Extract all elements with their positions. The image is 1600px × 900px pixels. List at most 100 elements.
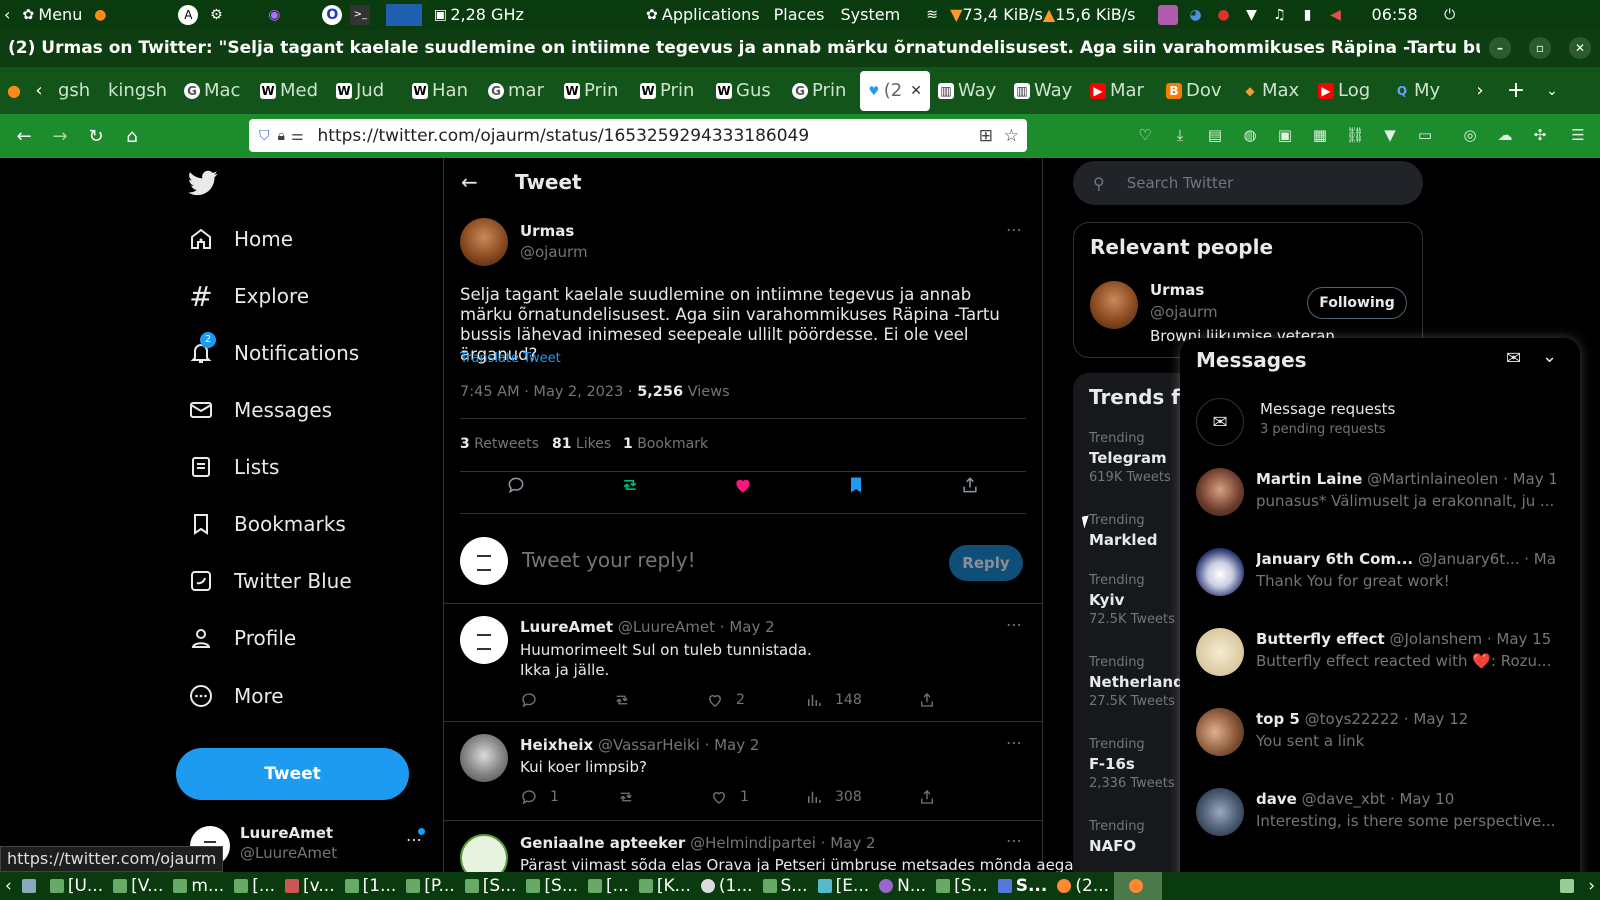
menu-button[interactable]: ✿ Menu <box>18 5 83 25</box>
nav-home[interactable]: Home <box>188 226 293 252</box>
taskbar-scroll-left[interactable]: ‹ <box>0 872 17 900</box>
bookmarks-stat[interactable]: 1 Bookmark <box>623 436 708 452</box>
taskbar-item-2[interactable]: m... <box>168 872 229 900</box>
ext-filter-icon[interactable]: ▼ <box>1380 126 1400 146</box>
url-text[interactable]: https://twitter.com/ojaurm/status/165325… <box>318 126 810 146</box>
taskbar-tray-icon[interactable] <box>1555 872 1583 900</box>
close-window-button[interactable]: ✕ <box>1569 37 1591 59</box>
taskbar-scroll-right[interactable]: › <box>1583 872 1600 900</box>
tab-10[interactable]: G Prin <box>784 71 860 111</box>
tray-3[interactable]: ● <box>1214 5 1234 25</box>
launcher-podcast[interactable]: ◉ <box>264 5 284 25</box>
tab-11-active[interactable]: ♥ (2 ✕ <box>860 70 930 111</box>
tab-18[interactable]: Q My <box>1386 71 1462 111</box>
taskbar-item-11[interactable]: (1... <box>696 872 758 900</box>
author-handle[interactable]: @ojaurm <box>520 243 588 261</box>
show-desktop-button[interactable] <box>17 872 45 900</box>
tray-6[interactable]: ▮ <box>1298 5 1318 25</box>
reply-share-action[interactable] <box>918 788 948 806</box>
ext-id-icon[interactable]: ▭ <box>1415 126 1435 146</box>
taskbar-item-1[interactable]: [V... <box>108 872 168 900</box>
reply-action[interactable] <box>506 475 526 499</box>
applications-menu[interactable]: ✿ Applications <box>642 5 760 25</box>
trend-item[interactable]: Trending Telegram 619K Tweets <box>1089 431 1171 485</box>
tweet-time[interactable]: 7:45 AM · May 2, 2023 · <box>460 384 637 400</box>
taskbar-item-3[interactable]: [... <box>229 872 280 900</box>
tab-6[interactable]: Gmar <box>480 71 556 111</box>
home-icon[interactable]: ⌂ <box>114 126 150 147</box>
tabs-scroll-left[interactable]: ‹ <box>28 80 50 101</box>
nav-notifications[interactable]: 2 Notifications <box>188 332 359 366</box>
reply-reply-action[interactable] <box>520 691 550 709</box>
firefox-launcher[interactable]: ● <box>90 5 110 25</box>
bookmark-action[interactable] <box>846 475 866 499</box>
pocket-icon[interactable]: ♡ <box>1135 126 1155 146</box>
message-requests[interactable]: ✉ Message requests 3 pending requests <box>1196 396 1564 452</box>
launcher-opera[interactable]: O <box>322 4 343 25</box>
reply-avatar[interactable] <box>460 734 508 782</box>
nav-explore[interactable]: # Explore <box>188 280 309 313</box>
hamburger-menu-icon[interactable]: ☰ <box>1568 126 1588 146</box>
reply-author[interactable]: Geniaalne apteeker <box>520 834 685 852</box>
dm-item[interactable]: January 6th Com... @January6t... · May 1… <box>1196 548 1564 614</box>
reply-views-action[interactable]: 308 <box>805 788 862 806</box>
tab-12[interactable]: ▥ Way <box>930 71 1006 111</box>
tab-2[interactable]: G Mac <box>176 71 252 111</box>
taskbar-item-8[interactable]: [S... <box>521 872 583 900</box>
likes-stat[interactable]: 81 Likes <box>552 436 611 452</box>
tray-2[interactable]: ◕ <box>1186 5 1206 25</box>
reply-reply-action[interactable]: 1 <box>520 788 559 806</box>
extensions-icon[interactable]: ✣ <box>1530 126 1550 146</box>
reply-share-action[interactable] <box>918 691 948 709</box>
translate-tweet-link[interactable]: Translate Tweet <box>460 351 561 366</box>
search-input[interactable]: Search Twitter <box>1127 174 1234 192</box>
taskbar-item-9[interactable]: [... <box>583 872 634 900</box>
address-bar[interactable]: ⛉ 🔒︎ ⚌ https://twitter.com/ojaurm/status… <box>249 119 1027 152</box>
taskbar-item-13[interactable]: [E... <box>813 872 875 900</box>
dm-item[interactable]: top 5 @toys22222 · May 12 You sent a lin… <box>1196 708 1564 774</box>
reply-more-icon[interactable]: ⋯ <box>1006 831 1022 850</box>
downloads-icon[interactable]: ⤓ <box>1170 126 1190 146</box>
tab-17[interactable]: ▶ Log <box>1310 71 1386 111</box>
messages-title[interactable]: Messages <box>1196 348 1307 372</box>
ext-globe-icon[interactable]: ◎ <box>1460 126 1480 146</box>
back-icon[interactable]: ← <box>6 126 42 147</box>
tab-5[interactable]: W Han <box>404 71 480 111</box>
taskbar-item-4[interactable]: [v... <box>280 872 340 900</box>
lock-icon[interactable]: 🔒︎ <box>278 128 285 144</box>
tray-4[interactable]: ▼ <box>1242 5 1262 25</box>
launcher-a[interactable]: A <box>178 4 199 25</box>
taskbar-item-17[interactable]: (2... <box>1052 872 1114 900</box>
tab-close-icon[interactable]: ✕ <box>910 83 922 99</box>
panel-left-arrow[interactable]: ‹ <box>4 5 10 24</box>
minimize-button[interactable]: – <box>1489 37 1511 59</box>
reply-retweet-action[interactable] <box>613 691 643 709</box>
collapse-chevron-icon[interactable]: ⌄ <box>1542 346 1557 367</box>
following-button[interactable]: Following <box>1307 287 1407 319</box>
clock[interactable]: 06:58 <box>1372 5 1418 24</box>
ext-link-icon[interactable]: ⛓ <box>1345 126 1365 146</box>
ext-ublock-icon[interactable]: ◍ <box>1240 126 1260 146</box>
reply-author[interactable]: Heixheix <box>520 736 593 754</box>
tray-5[interactable]: ♫ <box>1270 5 1290 25</box>
taskbar-item-6[interactable]: [P... <box>401 872 459 900</box>
maximize-button[interactable]: ▫ <box>1529 37 1551 59</box>
dm-item[interactable]: dave @dave_xbt · May 10 Interesting, is … <box>1196 788 1564 854</box>
list-tabs-icon[interactable]: ⌄ <box>1534 83 1570 99</box>
tab-0[interactable]: gsh <box>50 71 100 111</box>
taskbar-item-12[interactable]: S... <box>758 872 813 900</box>
relevant-avatar[interactable] <box>1090 281 1138 329</box>
taskbar-item-7[interactable]: [S... <box>460 872 522 900</box>
taskbar-item-15[interactable]: [S... <box>931 872 993 900</box>
tab-9[interactable]: W Gus <box>708 71 784 111</box>
tab-7[interactable]: W Prin <box>556 71 632 111</box>
nav-profile[interactable]: Profile <box>188 625 296 651</box>
reply-more-icon[interactable]: ⋯ <box>1006 733 1022 752</box>
tweet-more-icon[interactable]: ⋯ <box>1006 220 1022 239</box>
launcher-settings[interactable]: ⚙ <box>206 5 226 25</box>
wifi-indicator[interactable]: ≋ <box>922 5 942 25</box>
retweets-stat[interactable]: 3 Retweets <box>460 436 539 452</box>
taskbar-item-active[interactable] <box>1114 872 1163 900</box>
bookmark-star-icon[interactable]: ☆ <box>1004 126 1019 146</box>
places-menu[interactable]: Places <box>774 5 825 24</box>
